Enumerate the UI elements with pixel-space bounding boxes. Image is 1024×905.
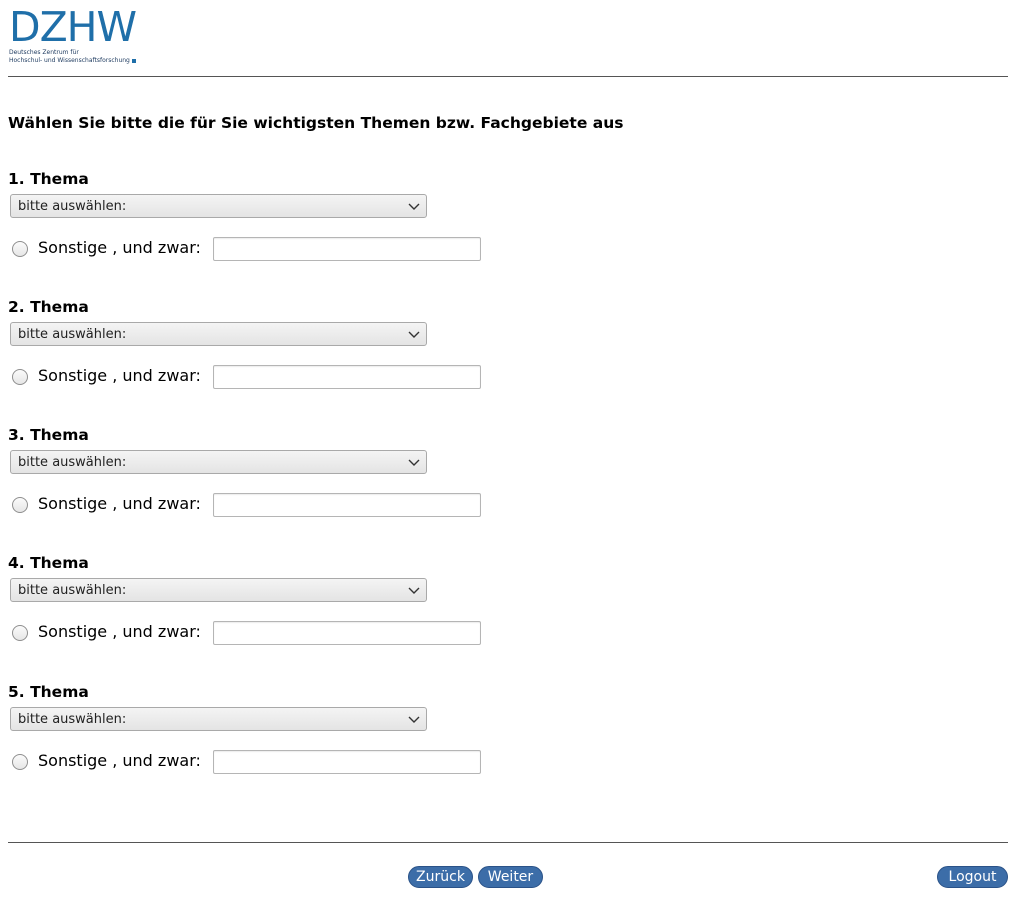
other-radio[interactable] [12, 369, 28, 385]
topic-heading: 2. Thema [8, 298, 89, 316]
topic-heading: 4. Thema [8, 554, 89, 572]
topic-block-5: 5. Thema bitte auswählen: Sonstige , und… [8, 683, 608, 803]
logo-wordmark: DZHW [9, 3, 137, 51]
topic-select[interactable]: bitte auswählen: [10, 322, 427, 346]
chevron-down-icon [408, 716, 420, 723]
select-value: bitte auswählen: [18, 455, 127, 470]
select-value: bitte auswählen: [18, 199, 127, 214]
topic-heading: 1. Thema [8, 170, 89, 188]
select-value: bitte auswählen: [18, 712, 127, 727]
other-radio[interactable] [12, 754, 28, 770]
chevron-down-icon [408, 587, 420, 594]
other-text-input[interactable] [213, 365, 481, 389]
chevron-down-icon [408, 203, 420, 210]
other-row: Sonstige , und zwar: [8, 236, 488, 262]
other-row: Sonstige , und zwar: [8, 620, 488, 646]
topic-block-2: 2. Thema bitte auswählen: Sonstige , und… [8, 298, 608, 418]
next-button[interactable]: Weiter [478, 866, 543, 888]
topic-block-1: 1. Thema bitte auswählen: Sonstige , und… [8, 170, 608, 290]
logo-subtitle: Deutsches Zentrum für Hochschul- und Wis… [9, 49, 144, 65]
other-text-input[interactable] [213, 750, 481, 774]
dzhw-logo: DZHW Deutsches Zentrum für Hochschul- un… [9, 3, 144, 68]
logout-button[interactable]: Logout [937, 866, 1008, 888]
other-label: Sonstige , und zwar: [38, 622, 201, 641]
chevron-down-icon [408, 331, 420, 338]
other-radio[interactable] [12, 241, 28, 257]
topic-select[interactable]: bitte auswählen: [10, 450, 427, 474]
other-row: Sonstige , und zwar: [8, 749, 488, 775]
other-radio[interactable] [12, 497, 28, 513]
other-label: Sonstige , und zwar: [38, 494, 201, 513]
select-value: bitte auswählen: [18, 583, 127, 598]
other-row: Sonstige , und zwar: [8, 364, 488, 390]
other-label: Sonstige , und zwar: [38, 366, 201, 385]
topic-heading: 5. Thema [8, 683, 89, 701]
other-text-input[interactable] [213, 621, 481, 645]
logo-subtitle-line2: Hochschul- und Wissenschaftsforschung [9, 57, 130, 64]
back-button[interactable]: Zurück [408, 866, 473, 888]
logo-square-icon [131, 58, 136, 63]
question-title: Wählen Sie bitte die für Sie wichtigsten… [8, 114, 624, 132]
topic-block-4: 4. Thema bitte auswählen: Sonstige , und… [8, 554, 608, 674]
topic-heading: 3. Thema [8, 426, 89, 444]
other-text-input[interactable] [213, 237, 481, 261]
chevron-down-icon [408, 459, 420, 466]
topic-select[interactable]: bitte auswählen: [10, 707, 427, 731]
other-radio[interactable] [12, 625, 28, 641]
topic-select[interactable]: bitte auswählen: [10, 194, 427, 218]
other-label: Sonstige , und zwar: [38, 751, 201, 770]
other-label: Sonstige , und zwar: [38, 238, 201, 257]
topic-select[interactable]: bitte auswählen: [10, 578, 427, 602]
footer-divider [8, 842, 1008, 843]
select-value: bitte auswählen: [18, 327, 127, 342]
header-divider [8, 76, 1008, 77]
other-row: Sonstige , und zwar: [8, 492, 488, 518]
other-text-input[interactable] [213, 493, 481, 517]
topic-block-3: 3. Thema bitte auswählen: Sonstige , und… [8, 426, 608, 546]
